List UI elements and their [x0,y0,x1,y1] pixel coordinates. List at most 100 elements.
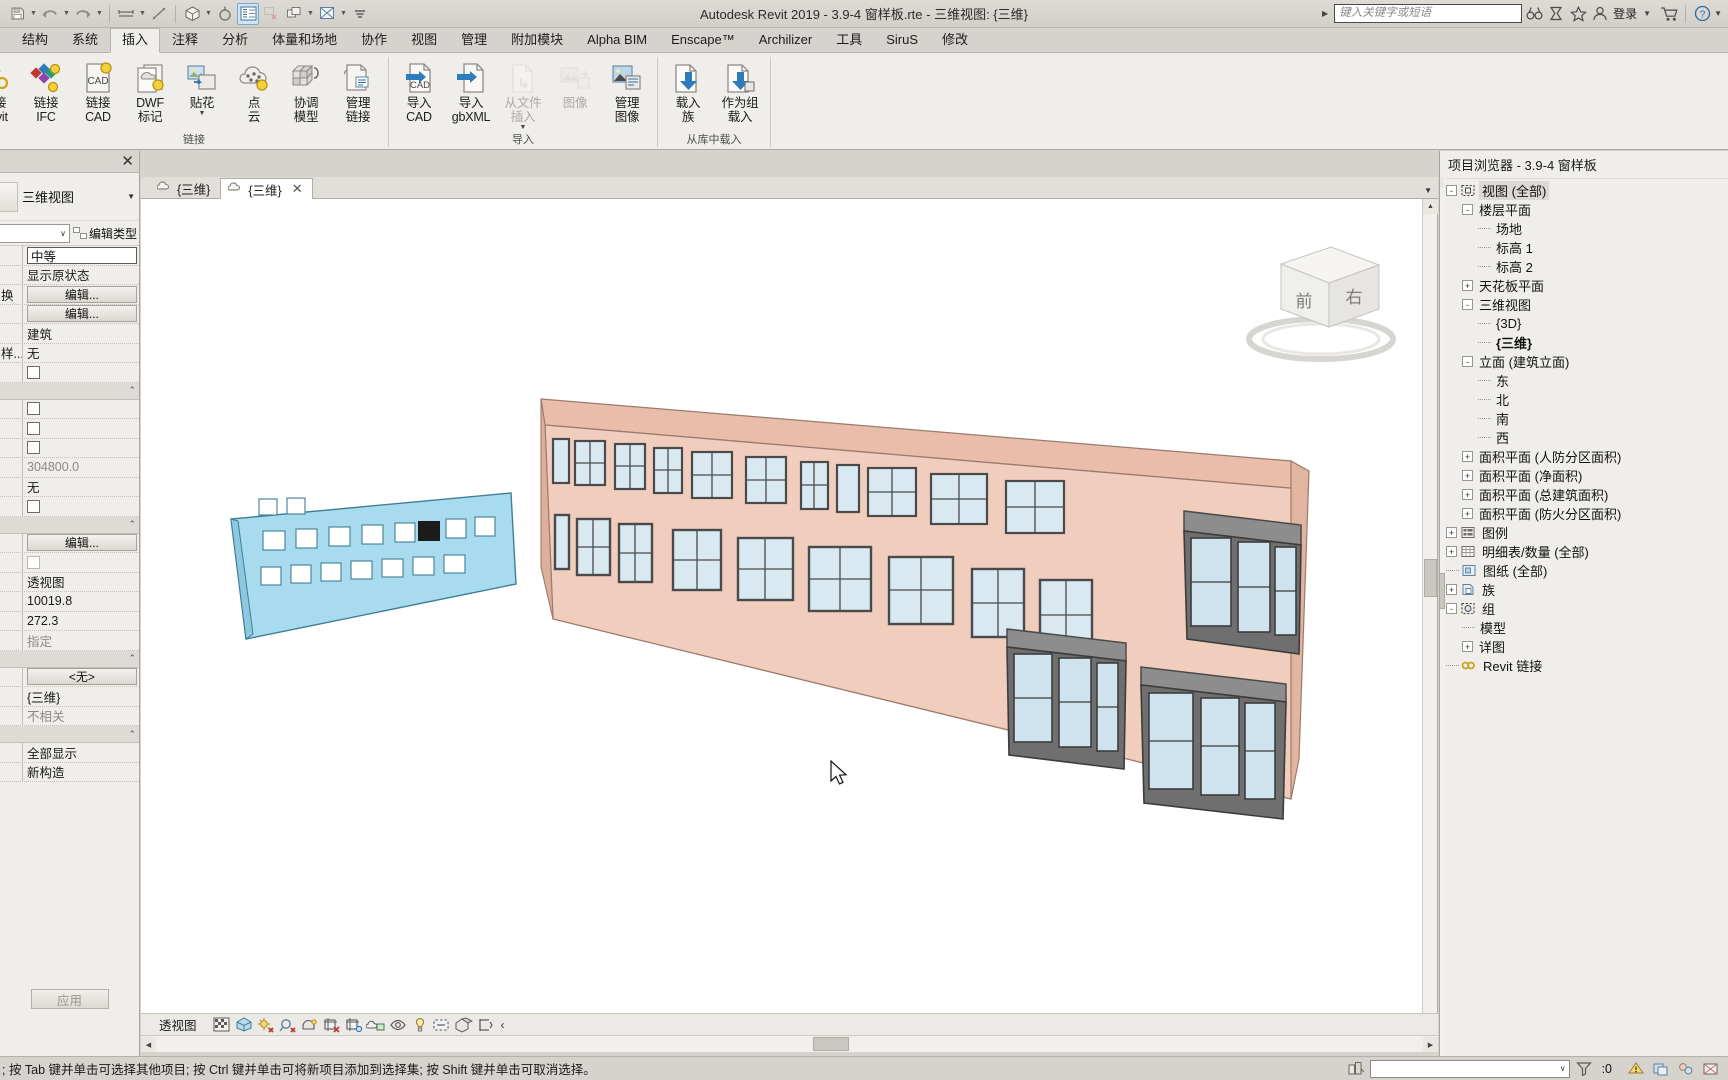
property-row[interactable]: 编辑... [0,304,139,324]
property-row[interactable]: 换编辑... [0,285,139,305]
close-hidden-windows-icon[interactable] [260,3,282,25]
property-value[interactable]: 中等 [22,246,139,265]
property-checkbox[interactable] [27,499,40,513]
ribbon-tab-14[interactable]: SiruS [874,28,930,52]
login-label[interactable]: 登录 [1613,5,1637,22]
property-value[interactable]: 不相关 [22,706,139,725]
rendering-dialog-icon[interactable] [299,1015,321,1035]
chevron-down-icon[interactable]: ▼ [306,3,315,25]
crop-view-icon[interactable] [321,1015,343,1035]
canvas-horizontal-scrollbar[interactable]: ◀ ▶ [141,1035,1438,1052]
property-value[interactable]: 显示原状态 [22,265,139,284]
property-value[interactable]: 无 [22,343,139,362]
design-options-icon[interactable] [1650,1059,1672,1079]
view-tab-0[interactable]: {三维} [149,177,220,198]
browser-tree-item[interactable]: + 图例 [1440,523,1728,542]
help-signin-icon[interactable] [1546,4,1566,24]
browser-tree-item[interactable]: {3D} [1440,314,1728,333]
expand-toggle-icon[interactable]: + [1462,508,1473,519]
ribbon-button-导入-gbXML[interactable]: 导入 gbXML [445,56,497,125]
browser-tree-item[interactable]: - 视图 (全部) [1440,181,1728,200]
chevron-down-icon[interactable]: ▼ [1714,9,1722,18]
collapse-toggle-icon[interactable]: - [1462,204,1473,215]
browser-tree-item[interactable]: + 面积平面 (总建筑面积) [1440,485,1728,504]
search-binoculars-icon[interactable] [1524,4,1544,24]
search-input[interactable]: 键入关键字或短语 [1334,4,1523,23]
property-section-header[interactable]: ⌃ [0,726,139,743]
shadows-icon[interactable] [277,1015,299,1035]
property-edit-button[interactable]: 编辑... [27,534,137,552]
view-scale-label[interactable]: 透视图 [159,1015,197,1034]
browser-tree-item[interactable]: 模型 [1440,618,1728,637]
favorites-star-icon[interactable] [1568,4,1588,24]
property-row[interactable]: <无> [0,667,139,687]
drawing-area[interactable]: 前 右 ▲ ▼ [141,199,1438,1031]
property-value[interactable] [22,363,139,382]
property-checkbox[interactable] [27,402,40,416]
property-row[interactable]: 指定 [0,631,139,651]
property-row[interactable]: {三维} [0,687,139,707]
property-value[interactable]: 指定 [22,631,139,650]
chevron-right-icon[interactable]: ▶ [1322,9,1328,18]
property-row[interactable] [0,419,139,439]
property-edit-button[interactable]: 编辑... [27,305,137,323]
chevron-down-icon[interactable]: ▼ [339,3,348,25]
ribbon-tab-0[interactable]: 结构 [10,28,60,52]
property-row[interactable] [0,363,139,383]
chevron-down-icon[interactable]: ▼ [1643,9,1651,18]
warnings-icon[interactable] [1625,1059,1647,1079]
browser-tree-item[interactable]: - 立面 (建筑立面) [1440,352,1728,371]
show-analytical-model-icon[interactable] [431,1015,453,1035]
property-checkbox[interactable] [27,365,40,379]
model-canvas[interactable]: 前 右 [141,199,1422,1031]
property-row[interactable]: 304800.0 [0,458,139,478]
property-input[interactable]: 中等 [27,246,137,264]
browser-tree-item[interactable]: - 三维视图 [1440,295,1728,314]
redo-icon[interactable] [72,3,94,25]
view-bar-overflow[interactable]: ‹ [501,1018,505,1032]
property-row[interactable]: 10019.8 [0,592,139,612]
expand-toggle-icon[interactable]: + [1462,489,1473,500]
ribbon-tab-3[interactable]: 注释 [160,28,210,52]
switch-windows-icon[interactable] [283,3,305,25]
property-row[interactable]: 无 [0,477,139,497]
property-value[interactable]: 全部显示 [22,743,139,762]
browser-tree-item[interactable]: - 楼层平面 [1440,200,1728,219]
ribbon-button-贴花[interactable]: 贴花 ▼ [176,56,228,118]
browser-tree-item[interactable]: -组 [1440,599,1728,618]
scroll-up-button[interactable]: ▲ [1423,199,1438,214]
section-icon[interactable] [214,3,236,25]
ribbon-button-点-云[interactable]: 点 云 [228,56,280,125]
horizontal-scroll-thumb[interactable] [813,1037,849,1051]
collapse-toggle-icon[interactable]: - [1462,356,1473,367]
ribbon-tab-10[interactable]: Alpha BIM [575,28,659,52]
property-value[interactable] [22,497,139,516]
ribbon-button-链接-IFC[interactable]: 链接 IFC [20,56,72,125]
selection-filter-icon[interactable] [1345,1059,1367,1079]
thin-lines-icon[interactable] [237,2,259,25]
vertical-scroll-thumb[interactable] [1424,559,1437,597]
browser-tree-item[interactable]: 图纸 (全部) [1440,561,1728,580]
constraints-icon[interactable] [475,1015,497,1035]
browser-tree-item[interactable]: 南 [1440,409,1728,428]
property-section-header[interactable]: ⌃ [0,650,139,668]
sun-path-icon[interactable] [255,1015,277,1035]
help-question-icon[interactable]: ? [1692,4,1712,24]
aligned-dimension-icon[interactable] [148,3,170,25]
ribbon-tab-11[interactable]: Enscape™ [659,28,747,52]
property-row[interactable]: 新构造 [0,762,139,782]
property-row[interactable]: 中等 [0,246,139,266]
chevron-down-icon[interactable]: ▼ [29,3,38,25]
chevron-down-icon[interactable]: ▼ [1424,186,1432,198]
expand-toggle-icon[interactable]: + [1446,546,1457,557]
property-row[interactable]: 272.3 [0,611,139,631]
collapse-toggle-icon[interactable]: - [1446,603,1457,614]
browser-tree-item[interactable]: {三维} [1440,333,1728,352]
ribbon-tab-9[interactable]: 附加模块 [499,28,575,52]
expand-toggle-icon[interactable]: + [1446,527,1457,538]
measure-icon[interactable] [115,3,137,25]
property-value[interactable]: 10019.8 [22,592,139,611]
property-checkbox[interactable] [27,555,40,569]
browser-tree-item[interactable]: 东 [1440,371,1728,390]
expand-toggle-icon[interactable]: + [1462,451,1473,462]
